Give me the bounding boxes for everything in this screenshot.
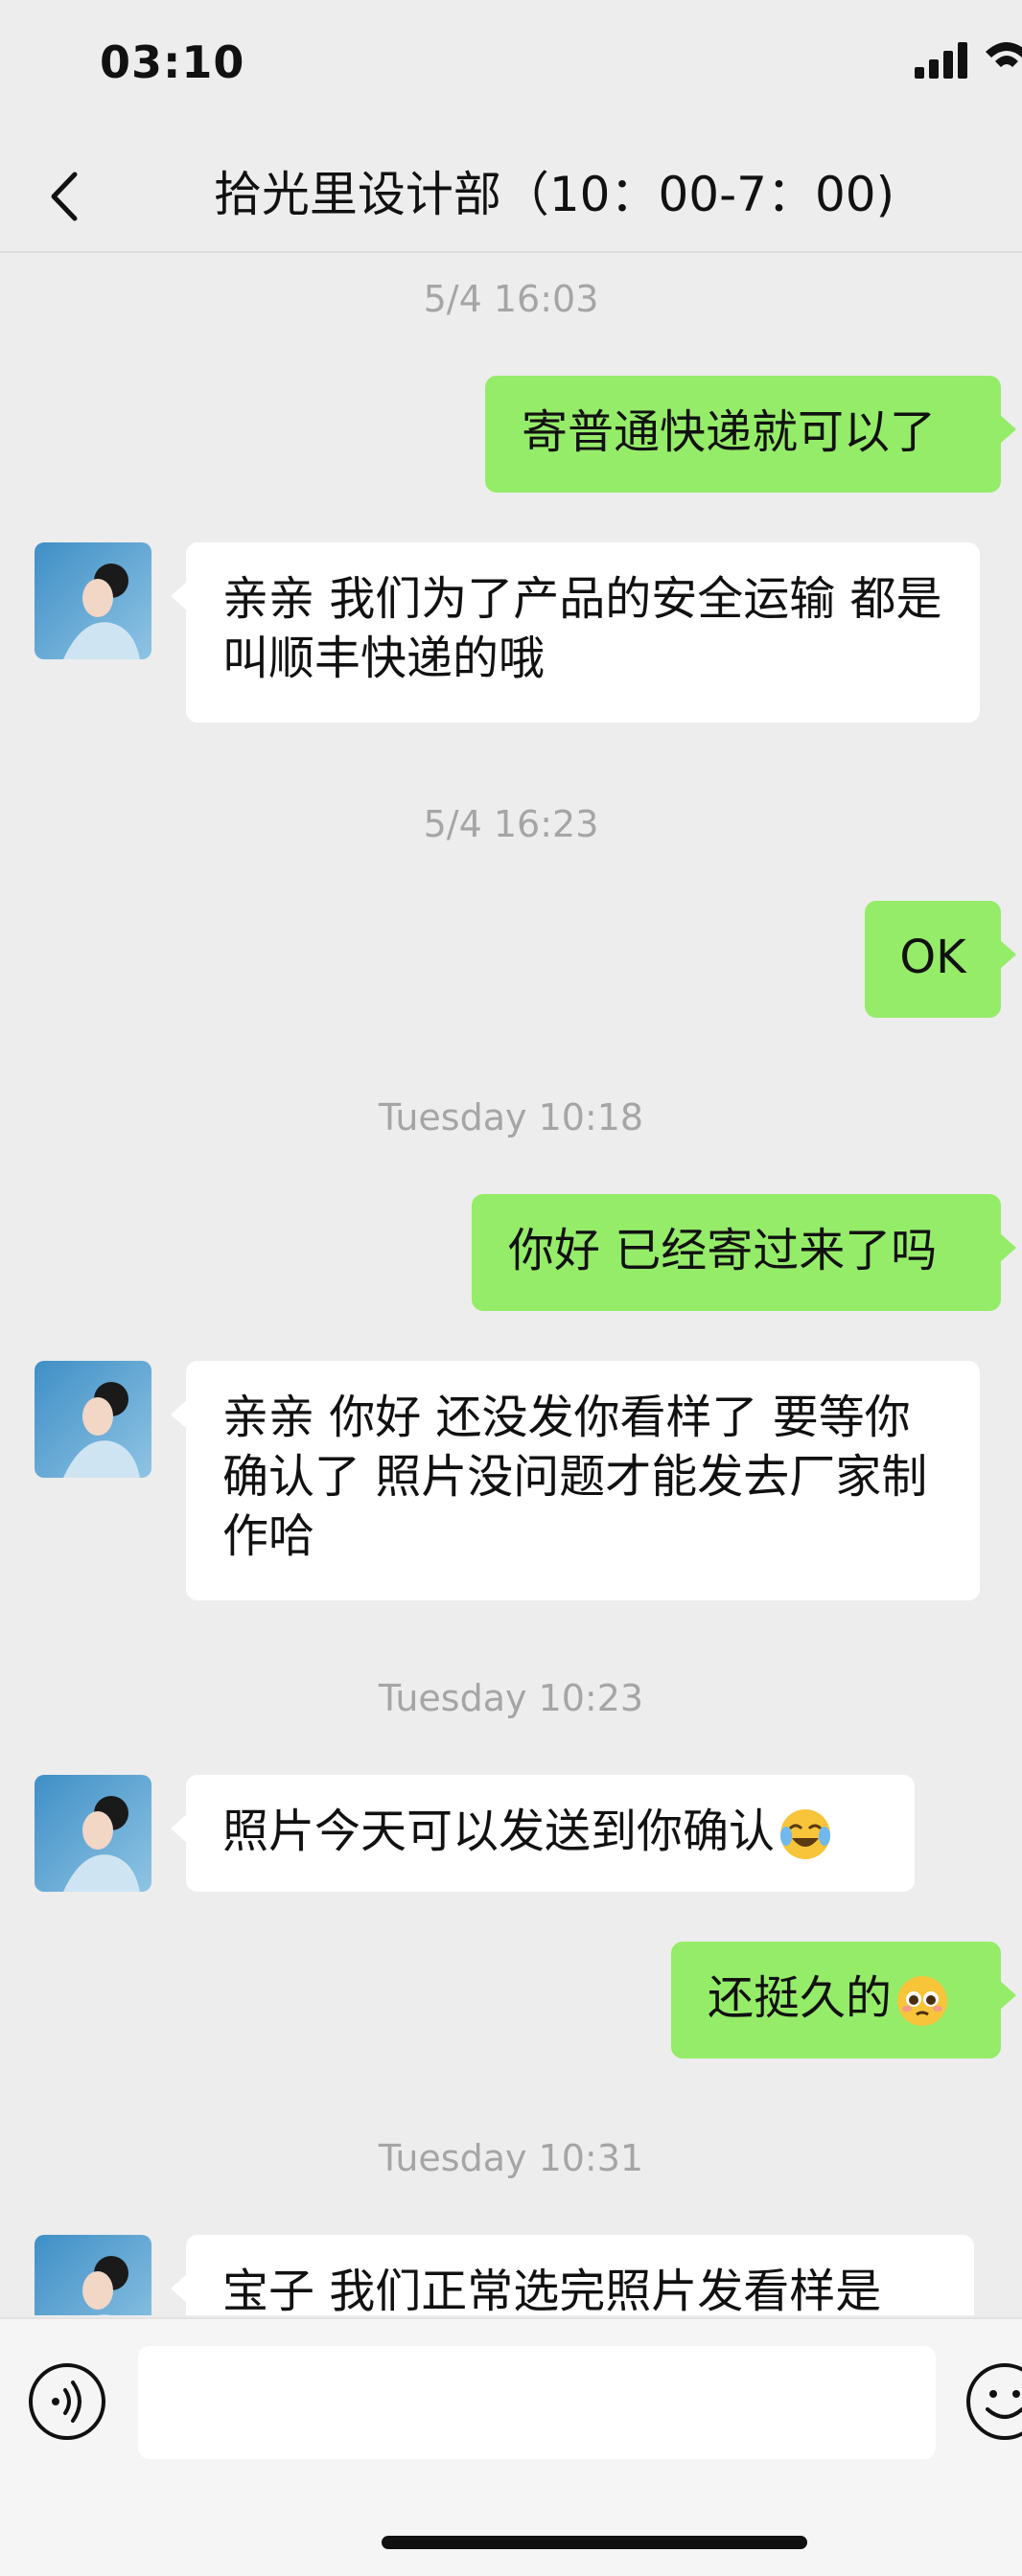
- signal-icon: [915, 42, 967, 79]
- chat-title: 拾光里设计部（10：00-7：00): [213, 167, 895, 222]
- input-bar: [0, 2317, 1022, 2576]
- message-text: 照片今天可以发送到你确认: [222, 1805, 776, 1858]
- incoming-bubble[interactable]: 宝子 我们正常选完照片发看样是: [171, 2235, 974, 2315]
- crying-laughing-emoji-icon: [780, 1809, 831, 1859]
- pleading-face-emoji-icon: [897, 1976, 948, 2026]
- avatar[interactable]: [35, 1361, 151, 1478]
- avatar-portrait-icon: [35, 1775, 151, 1892]
- status-time: 03:10: [100, 36, 245, 88]
- wifi-icon: [986, 42, 1022, 67]
- incoming-bubble[interactable]: 照片今天可以发送到你确认: [171, 1775, 915, 1892]
- back-chevron-icon[interactable]: [38, 163, 96, 230]
- outgoing-bubble[interactable]: 你好 已经寄过来了吗: [472, 1194, 1016, 1311]
- outgoing-bubble[interactable]: 寄普通快递就可以了: [485, 376, 1016, 493]
- avatar-portrait-icon: [35, 542, 151, 659]
- voice-icon[interactable]: [27, 2361, 107, 2442]
- avatar[interactable]: [35, 1775, 151, 1892]
- timestamp: Tuesday 10:31: [378, 2137, 644, 2179]
- status-bar: 03:10: [0, 0, 1022, 144]
- outgoing-bubble[interactable]: 还挺久的: [671, 1942, 1016, 2058]
- emoji-icon[interactable]: [964, 2361, 1022, 2442]
- message-input[interactable]: [138, 2346, 936, 2459]
- timestamp: 5/4 16:03: [423, 278, 599, 320]
- avatar-portrait-icon: [35, 2235, 151, 2315]
- avatar[interactable]: [35, 542, 151, 659]
- message-text: 还挺久的: [708, 1971, 893, 2025]
- incoming-bubble[interactable]: 亲亲 我们为了产品的安全运输 都是叫顺丰快递的哦: [171, 542, 980, 723]
- avatar[interactable]: [35, 2235, 151, 2315]
- home-indicator[interactable]: [382, 2536, 807, 2549]
- incoming-bubble[interactable]: 亲亲 你好 还没发你看样了 要等你确认了 照片没问题才能发去厂家制作哈: [171, 1361, 980, 1600]
- chat-header: 拾光里设计部（10：00-7：00): [0, 144, 1022, 253]
- timestamp: Tuesday 10:23: [378, 1677, 644, 1719]
- message-list[interactable]: 5/4 16:03 寄普通快递就可以了 亲亲 我们为了产品的安全运输 都是叫顺丰…: [0, 253, 1022, 2315]
- timestamp: 5/4 16:23: [423, 803, 599, 845]
- outgoing-bubble[interactable]: OK: [865, 901, 1016, 1018]
- avatar-portrait-icon: [35, 1361, 151, 1478]
- timestamp: Tuesday 10:18: [378, 1096, 644, 1138]
